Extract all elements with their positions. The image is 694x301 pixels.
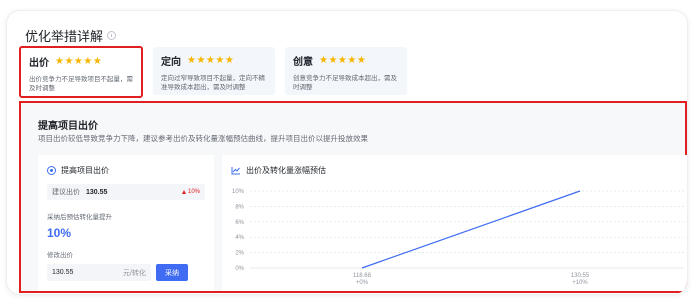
- info-icon[interactable]: [107, 31, 117, 40]
- card-creative[interactable]: 创意 ★★★★★ 创意竞争力不足导致成本超出，需及时调整: [285, 47, 407, 95]
- star-rating-icon: ★★★★★: [55, 55, 103, 67]
- radio-selected-icon[interactable]: [47, 166, 56, 175]
- edit-bid-label: 修改出价: [47, 252, 73, 259]
- card-description: 定向过窄导致项目不起量，定向不精准导致成本超出，需及时调整: [161, 75, 265, 91]
- x-tick-label: 130.55: [571, 273, 590, 279]
- star-rating-icon: ★★★★★: [187, 54, 235, 66]
- raise-bid-option[interactable]: 提高项目出价: [47, 165, 205, 176]
- y-tick-label: 2%: [235, 251, 244, 257]
- suggest-change-text: 10%: [187, 189, 200, 195]
- star-rating-icon: ★★★★★: [319, 54, 367, 66]
- panel-title: 提高项目出价: [38, 121, 98, 132]
- card-bid[interactable]: 出价 ★★★★★ 出价竞争力不足导致项目不起量，需及时调整: [19, 46, 143, 98]
- y-tick-label: 0%: [235, 266, 244, 272]
- suggest-label: 建议出价: [52, 189, 80, 196]
- y-tick-label: 6%: [235, 220, 244, 226]
- card-name: 出价: [29, 58, 49, 69]
- line-chart-icon: [231, 167, 240, 175]
- card-description: 出价竞争力不足导致项目不起量，需及时调整: [29, 76, 133, 92]
- forecast-chart-box: 10% 8% 6% 4% 2% 0% 118.68 +0% 130.55 +10% 出价及转化量…: [222, 155, 687, 291]
- optimization-detail-panel: 优化举措详解 出价 ★★★★★ 出价竞争力不足导致项目不起量，需及时调整 定向 …: [6, 10, 688, 295]
- adopt-button[interactable]: 采纳: [156, 264, 188, 281]
- bid-settings-box: 提高项目出价 建议出价 130.55 10% 采纳后预估转化量提升 10% 修改…: [38, 155, 214, 291]
- arrow-up-icon: [181, 190, 186, 194]
- y-tick-label: 4%: [235, 235, 244, 241]
- series-line: [361, 190, 581, 269]
- x-tick-label: 118.68: [353, 273, 372, 279]
- measure-cards: 出价 ★★★★★ 出价竞争力不足导致项目不起量，需及时调整 定向 ★★★★★ 定…: [19, 46, 407, 98]
- edit-bid-row: 130.55 元/转化 采纳: [47, 264, 205, 281]
- x-tick-sublabel: +0%: [356, 280, 369, 286]
- panel-subtitle: 项目出价较低导致竞争力下降，建议参考出价及转化量涨幅预估曲线，提升项目出价以提升…: [38, 134, 368, 143]
- raise-bid-panel: 提高项目出价 项目出价较低导致竞争力下降，建议参考出价及转化量涨幅预估曲线，提升…: [19, 101, 687, 293]
- chart-header: 出价及转化量涨幅预估: [231, 165, 326, 176]
- bid-unit: 元/转化: [123, 269, 146, 277]
- chart-title: 出价及转化量涨幅预估: [246, 166, 326, 175]
- card-name: 创意: [293, 57, 313, 68]
- lift-label: 采纳后预估转化量提升: [47, 214, 112, 221]
- suggest-change: 10%: [181, 189, 200, 195]
- bid-input[interactable]: 130.55 元/转化: [47, 264, 151, 281]
- card-description: 创意竞争力不足导致成本超出，需及时调整: [293, 75, 397, 91]
- x-tick-sublabel: +10%: [572, 280, 588, 286]
- section-title: 优化举措详解: [25, 26, 117, 45]
- card-targeting[interactable]: 定向 ★★★★★ 定向过窄导致项目不起量，定向不精准导致成本超出，需及时调整: [153, 47, 275, 95]
- suggest-value: 130.55: [86, 188, 108, 196]
- lift-value: 10%: [47, 226, 72, 240]
- y-tick-label: 10%: [232, 189, 245, 195]
- bid-input-value: 130.55: [52, 269, 74, 276]
- card-name: 定向: [161, 57, 181, 68]
- option-label: 提高项目出价: [61, 166, 109, 175]
- section-title-text: 优化举措详解: [25, 29, 104, 44]
- suggested-bid-row: 建议出价 130.55 10%: [47, 184, 205, 200]
- y-tick-label: 8%: [235, 204, 244, 210]
